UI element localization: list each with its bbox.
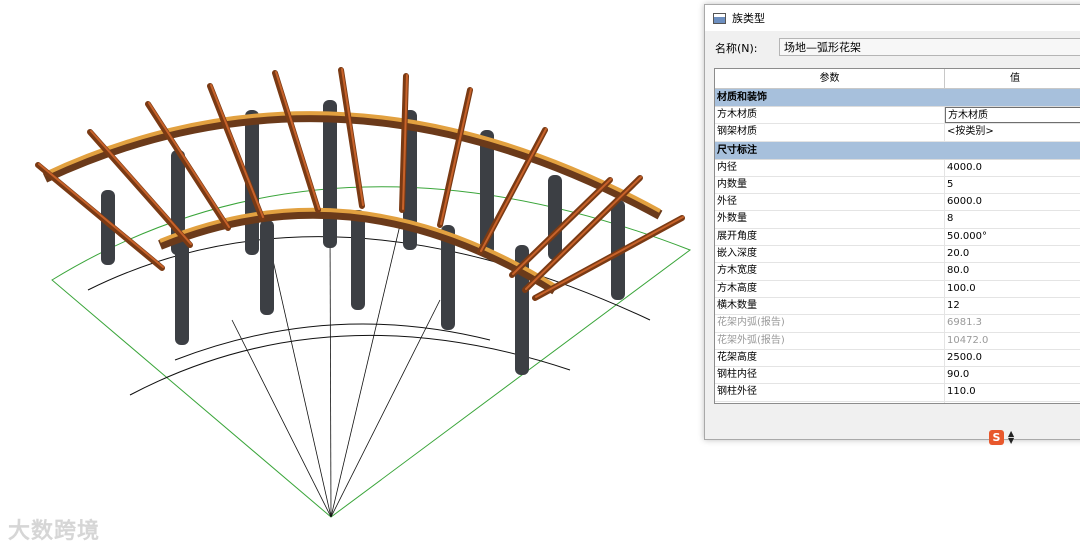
parameter-value[interactable]: 110.0	[945, 384, 1080, 400]
parameter-grid: 参数 值 材质和装饰 方木材质 方木材质 钢架材质 <按类别> 尺寸标注 内径 4000.0 内…	[714, 68, 1080, 404]
parameter-name: 内径	[715, 159, 945, 176]
updown-arrow-icon[interactable]: ▲ ▼	[1008, 430, 1014, 445]
parameter-value[interactable]: 100.0	[945, 402, 1080, 403]
parameter-name: 花架外弧(报告)	[715, 332, 945, 349]
parameter-value[interactable]: 20.0	[945, 246, 1080, 262]
parameter-row[interactable]: 钢柱内径 90.0	[715, 367, 1080, 385]
dialog-titlebar[interactable]: 族类型	[705, 5, 1080, 31]
parameter-value: 6981.3	[947, 317, 982, 329]
wood-rafter	[35, 162, 165, 271]
parameter-value[interactable]: 5	[945, 177, 1080, 193]
value-column-header[interactable]: 值	[945, 69, 1080, 88]
sogou-ime-icon[interactable]: S	[989, 429, 1004, 445]
parameter-row[interactable]: 钢架材质 <按类别>	[715, 124, 1080, 142]
parameter-row[interactable]: 嵌入深度 20.0	[715, 246, 1080, 264]
dialog-window-icon	[713, 12, 726, 24]
parameter-name: 钢柱外径	[715, 384, 945, 401]
parameter-row[interactable]: 方木宽度 80.0	[715, 263, 1080, 281]
radial-dimension-line	[231, 319, 332, 518]
parameter-row[interactable]: 内数量 5	[715, 176, 1080, 195]
parameter-value[interactable]: <按类别>	[945, 124, 1080, 140]
steel-column	[351, 210, 365, 310]
parameter-row[interactable]: 外数量 8	[715, 211, 1080, 229]
family-types-dialog: 族类型 名称(N): 场地—弧形花架 参数 值 材质和装饰 方木材质 方木材质 钢架材…	[704, 4, 1080, 445]
parameter-name: 钢架材质	[715, 124, 945, 141]
radial-dimension-line	[330, 299, 441, 518]
wood-rafter-highlight	[341, 68, 364, 206]
parameter-name: 外数量	[715, 211, 945, 228]
parameter-row[interactable]: 钢梁宽度100.0	[715, 401, 1080, 403]
parameter-value[interactable]: 方木材质	[945, 107, 1080, 124]
parameter-row[interactable]: 内径 4000.0	[715, 159, 1080, 177]
dialog-title: 族类型	[732, 12, 765, 25]
parameter-row[interactable]: 花架外弧(报告) 10472.0	[715, 332, 1080, 350]
steel-column	[175, 240, 189, 345]
parameter-value: 10472.0	[947, 334, 989, 346]
radial-dimension-line	[329, 227, 332, 518]
wood-rafter	[338, 67, 365, 209]
parameter-name: 花架内弧(报告)	[715, 315, 945, 332]
parameter-row[interactable]: 展开角度 50.000°	[715, 228, 1080, 247]
wood-rafter-highlight	[440, 88, 472, 225]
parameter-name: 横木数量	[715, 297, 945, 315]
parameter-value[interactable]: 100.0	[945, 281, 1080, 297]
group-header[interactable]: 材质和装饰	[715, 89, 1080, 107]
parameter-value[interactable]: 8	[945, 211, 1080, 227]
grid-body: 材质和装饰 方木材质 方木材质 钢架材质 <按类别> 尺寸标注 内径 4000.0 内数量 5 外径…	[715, 89, 1080, 403]
name-label: 名称(N):	[715, 42, 758, 55]
grid-header: 参数 值	[715, 69, 1080, 89]
parameter-name: 钢梁宽度	[715, 401, 945, 403]
parameter-row[interactable]: 横木数量 12	[715, 297, 1080, 316]
group-header[interactable]: 尺寸标注	[715, 141, 1080, 160]
radial-dimension-line	[264, 224, 332, 518]
parameter-name: 钢柱内径	[715, 367, 945, 384]
parameter-value[interactable]: 4000.0	[945, 160, 1080, 176]
inner-radius-arc	[174, 323, 491, 361]
parameter-row[interactable]: 方木高度 100.0	[715, 280, 1080, 298]
parameter-name: 外径	[715, 194, 945, 211]
parameter-name: 花架高度	[715, 349, 945, 367]
parameter-name: 方木宽度	[715, 263, 945, 280]
ground-outline	[51, 186, 692, 518]
parameter-row[interactable]: 外径 6000.0	[715, 194, 1080, 212]
parameter-value[interactable]: 12	[945, 298, 1080, 314]
steel-column	[548, 175, 562, 260]
parameter-row[interactable]: 花架高度 2500.0	[715, 349, 1080, 368]
parameter-value[interactable]: 50.000°	[945, 229, 1080, 245]
parameter-name: 方木高度	[715, 280, 945, 297]
wood-rafter-highlight	[275, 71, 320, 210]
parameter-value[interactable]: 80.0	[945, 263, 1080, 279]
family-type-name-select[interactable]: 场地—弧形花架	[779, 38, 1080, 56]
ime-indicator[interactable]: S ▲ ▼	[979, 427, 1029, 447]
parameter-value[interactable]: 90.0	[945, 367, 1080, 383]
parameter-name: 内数量	[715, 176, 945, 194]
wood-rafter	[272, 70, 321, 213]
steel-column	[260, 220, 274, 315]
watermark-text: 大数跨境	[8, 519, 101, 544]
parameter-value[interactable]: 6000.0	[945, 194, 1080, 210]
param-column-header[interactable]: 参数	[715, 69, 945, 88]
parameter-name: 方木材质	[715, 107, 945, 124]
dimension-arc	[129, 334, 571, 396]
parameter-row[interactable]: 方木材质 方木材质	[715, 107, 1080, 125]
parameter-value[interactable]: 2500.0	[945, 350, 1080, 366]
parameter-name: 展开角度	[715, 228, 945, 246]
parameter-row[interactable]: 花架内弧(报告) 6981.3	[715, 315, 1080, 333]
parameter-row[interactable]: 钢柱外径 110.0	[715, 384, 1080, 402]
parameter-name: 嵌入深度	[715, 246, 945, 263]
